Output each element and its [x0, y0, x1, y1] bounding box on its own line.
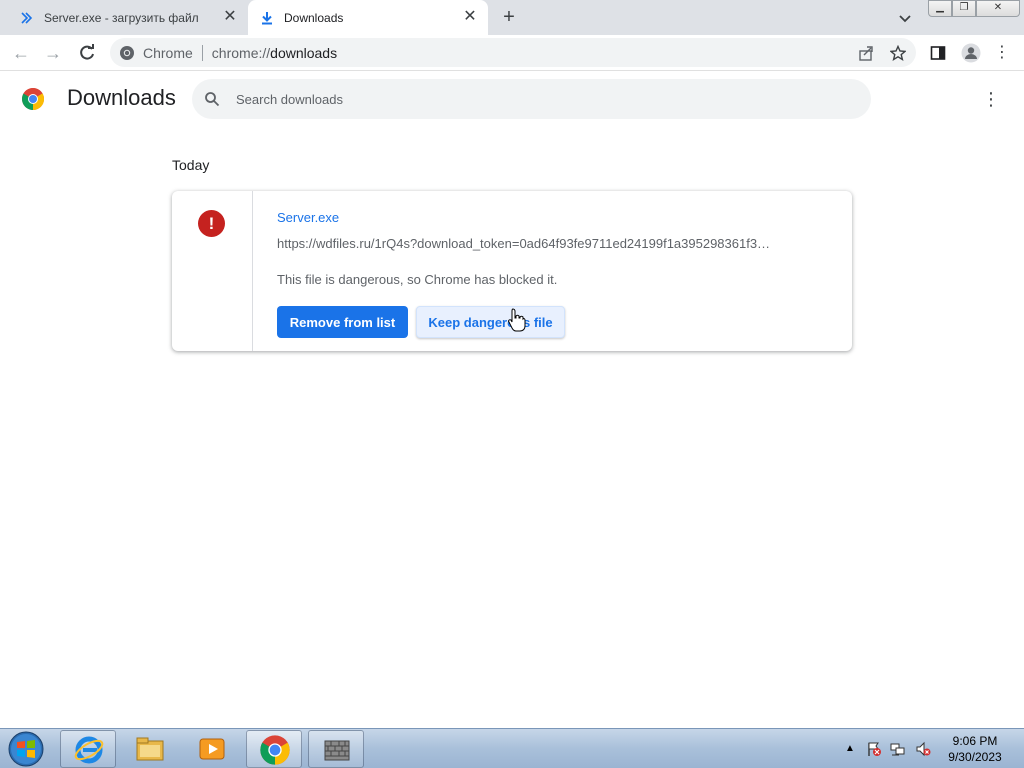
profile-avatar-icon[interactable] [961, 43, 981, 63]
close-icon[interactable]: ✕ [222, 9, 238, 25]
taskbar-chrome[interactable] [246, 730, 302, 768]
chevron-down-icon[interactable] [896, 9, 914, 27]
new-tab-button[interactable]: + [498, 6, 520, 28]
maximize-button[interactable]: ❐ [952, 0, 976, 17]
tab-title: Server.exe - загрузить файл [44, 10, 199, 25]
taskbar: ▲ 9:06 PM 9/30/2023 [0, 728, 1024, 768]
download-icon [262, 11, 272, 24]
date-group-label: Today [172, 157, 210, 173]
network-icon[interactable] [890, 741, 906, 757]
more-actions-icon[interactable]: ⋮ [982, 89, 1000, 109]
hand-cursor-icon [508, 308, 526, 332]
brick-wall-icon [324, 740, 350, 761]
reload-icon[interactable] [77, 43, 97, 63]
internet-explorer-icon [74, 736, 104, 764]
chevrons-icon [21, 11, 33, 24]
search-icon [205, 92, 220, 107]
show-hidden-icons-icon[interactable]: ▲ [845, 741, 861, 757]
action-center-flag-icon[interactable] [866, 741, 882, 757]
share-icon[interactable] [858, 45, 874, 61]
file-source-url[interactable]: https://wdfiles.ru/1rQ4s?download_token=… [277, 236, 777, 251]
window-close-button[interactable]: ✕ [976, 0, 1020, 17]
clock-time: 9:06 PM [952, 734, 998, 748]
browser-menu-icon[interactable]: ⋮ [994, 43, 1010, 61]
chrome-logo-icon [22, 88, 44, 110]
page-title: Downloads [67, 85, 176, 110]
clock-date: 9/30/2023 [948, 750, 1002, 764]
minimize-button[interactable]: ▁ [928, 0, 952, 17]
start-button-icon[interactable] [4, 730, 48, 768]
url-text: chrome://downloads [211, 44, 338, 61]
tab-title: Downloads [284, 10, 344, 25]
close-icon[interactable]: ✕ [462, 9, 478, 25]
taskbar-clock[interactable]: 9:06 PM 9/30/2023 [940, 733, 1010, 765]
remove-from-list-button[interactable]: Remove from list [277, 306, 408, 338]
search-input[interactable] [236, 91, 836, 107]
chrome-site-icon [120, 45, 134, 60]
folder-icon [136, 737, 164, 761]
media-player-icon [199, 738, 225, 760]
address-bar[interactable]: Chrome chrome://downloads [110, 38, 916, 67]
taskbar-internet-explorer[interactable] [60, 730, 116, 768]
tab-strip: Server.exe - загрузить файл ✕ Downloads … [0, 0, 1024, 35]
chrome-icon [260, 735, 290, 765]
taskbar-explorer[interactable] [122, 730, 178, 768]
site-chip: Chrome [143, 44, 193, 61]
divider [201, 44, 203, 61]
download-item-icon-column: ! [172, 191, 253, 351]
volume-muted-icon[interactable] [915, 741, 931, 757]
taskbar-media-player[interactable] [184, 730, 240, 768]
taskbar-firewall[interactable] [308, 730, 364, 768]
back-icon[interactable]: ← [11, 43, 31, 63]
file-name-link[interactable]: Server.exe [277, 210, 339, 225]
forward-icon[interactable]: → [43, 43, 63, 63]
search-downloads[interactable] [192, 79, 871, 119]
keep-dangerous-file-button[interactable]: Keep dangerous file [416, 306, 565, 338]
side-panel-icon[interactable] [930, 45, 946, 61]
tab-server-exe[interactable]: Server.exe - загрузить файл ✕ [8, 0, 248, 35]
tab-downloads[interactable]: Downloads ✕ [248, 0, 488, 35]
file-status-text: This file is dangerous, so Chrome has bl… [277, 272, 558, 287]
page-header: Downloads ⋮ [0, 71, 1024, 127]
star-icon[interactable] [890, 45, 906, 61]
danger-icon: ! [198, 210, 225, 237]
toolbar: ← → Chrome chrome://downloads ⋮ [0, 35, 1024, 71]
